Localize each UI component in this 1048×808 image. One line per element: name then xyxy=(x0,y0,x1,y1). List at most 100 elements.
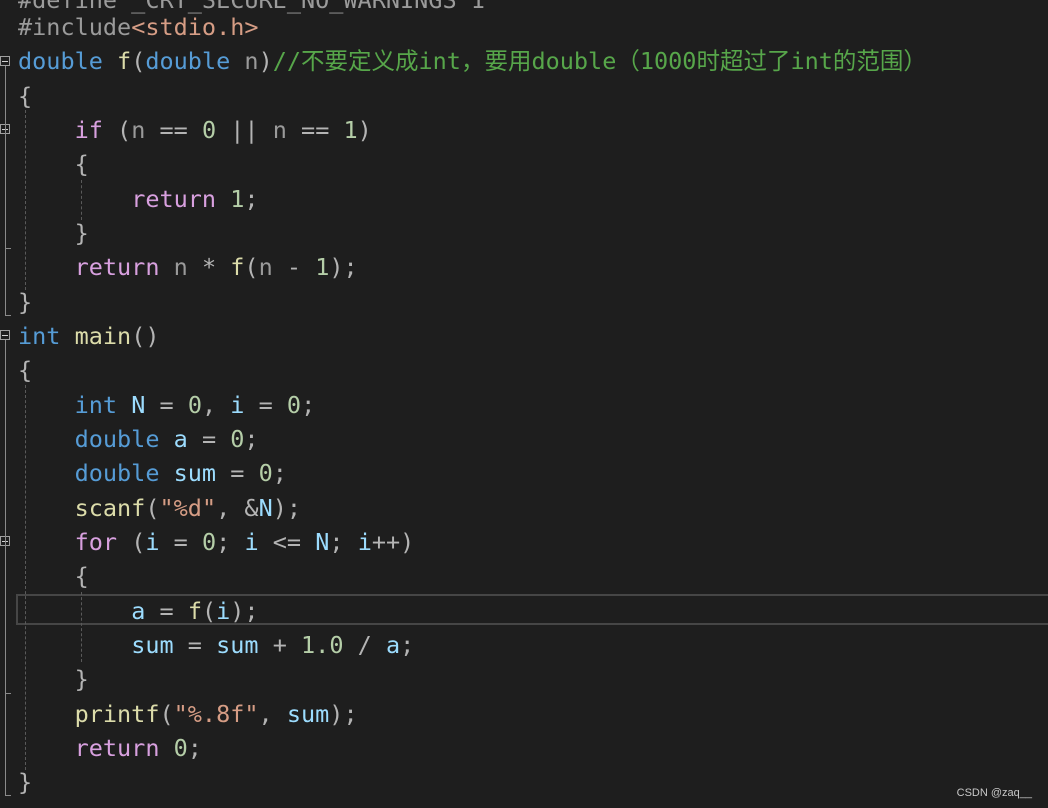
code-token: <= xyxy=(272,527,302,556)
code-token: = xyxy=(258,390,273,419)
code-editor[interactable]: #define _CRT_SECURE_NO_WARNINGS 1 #inclu… xyxy=(0,0,1048,808)
current-line-highlight xyxy=(16,594,1048,625)
code-token: ( xyxy=(131,527,146,556)
code-line[interactable]: } xyxy=(18,765,32,799)
code-token: #include xyxy=(18,13,132,41)
code-token: = xyxy=(201,424,217,453)
fold-collapse-icon[interactable] xyxy=(0,330,10,340)
code-token: { xyxy=(18,356,33,385)
code-line[interactable]: { xyxy=(18,353,32,387)
code-line[interactable]: double sum = 0; xyxy=(18,456,287,490)
code-token: i xyxy=(230,390,245,419)
code-token: sum xyxy=(286,699,330,728)
indent-guide xyxy=(81,180,82,220)
code-token: || xyxy=(230,115,259,144)
code-token: & xyxy=(244,493,259,522)
code-line[interactable]: return n * f(n - 1); xyxy=(18,250,358,284)
code-token: = xyxy=(173,527,188,556)
code-line[interactable]: } xyxy=(18,216,89,250)
code-line[interactable]: double a = 0; xyxy=(18,422,259,456)
code-token: ( xyxy=(145,493,160,522)
code-token: n xyxy=(131,115,146,144)
code-line[interactable]: return 0; xyxy=(18,731,202,765)
code-line[interactable]: for (i = 0; i <= N; i++) xyxy=(18,525,415,559)
code-token: N xyxy=(315,527,330,556)
code-token: ( xyxy=(159,699,174,728)
code-token: n xyxy=(258,253,273,282)
code-line[interactable]: return 1; xyxy=(18,182,258,216)
fold-collapse-icon[interactable] xyxy=(0,56,10,66)
code-token: a xyxy=(385,630,401,659)
code-token: return xyxy=(131,184,217,213)
code-token: ( xyxy=(131,47,146,76)
code-token: 0 xyxy=(258,459,273,488)
code-token: return xyxy=(74,733,160,762)
code-token: ; xyxy=(329,527,344,556)
code-token: sum xyxy=(216,630,259,659)
code-token: if xyxy=(74,115,103,144)
code-token: ( xyxy=(117,115,132,144)
code-token: ; xyxy=(400,630,415,659)
code-line[interactable]: { xyxy=(18,79,32,113)
code-line[interactable]: } xyxy=(18,662,89,696)
code-token: double xyxy=(74,424,160,453)
code-line[interactable]: #include<stdio.h> xyxy=(18,10,259,44)
code-token: } xyxy=(18,768,33,797)
code-token: == xyxy=(159,115,188,144)
code-token: { xyxy=(74,150,89,179)
code-token: ++) xyxy=(371,527,415,556)
code-line[interactable]: { xyxy=(18,559,89,593)
code-line[interactable]: if (n == 0 || n == 1) xyxy=(18,113,372,147)
code-line[interactable]: int N = 0, i = 0; xyxy=(18,388,316,422)
code-token: int xyxy=(74,390,118,419)
code-token: i xyxy=(357,527,372,556)
code-token: <stdio.h> xyxy=(131,13,259,41)
code-token: - xyxy=(286,253,302,282)
code-token: "%d" xyxy=(159,493,217,522)
code-token: () xyxy=(131,321,160,350)
code-line[interactable]: double f(double n)//不要定义成int，要用double（10… xyxy=(18,44,927,78)
code-token: ); xyxy=(329,699,358,728)
code-line[interactable]: sum = sum + 1.0 / a; xyxy=(18,628,414,662)
code-token: "%.8f" xyxy=(173,699,259,728)
code-line[interactable]: { xyxy=(18,147,89,181)
code-token: ; xyxy=(187,733,202,762)
code-token: double xyxy=(145,47,231,76)
code-token: ); xyxy=(272,493,302,522)
code-line[interactable]: int main() xyxy=(18,319,160,353)
fold-region-end xyxy=(5,248,11,249)
code-token: n xyxy=(272,115,287,144)
code-token: sum xyxy=(173,459,217,488)
indent-guide xyxy=(25,110,26,290)
code-token: n xyxy=(244,47,259,76)
code-token: //不要定义成int，要用double（1000时超过了int的范围） xyxy=(272,47,927,76)
code-line[interactable]: scanf("%d", &N); xyxy=(18,491,301,525)
fold-region-end xyxy=(5,693,11,694)
code-token: == xyxy=(301,115,330,144)
code-line[interactable]: printf("%.8f", sum); xyxy=(18,697,358,731)
code-token: a xyxy=(173,424,188,453)
